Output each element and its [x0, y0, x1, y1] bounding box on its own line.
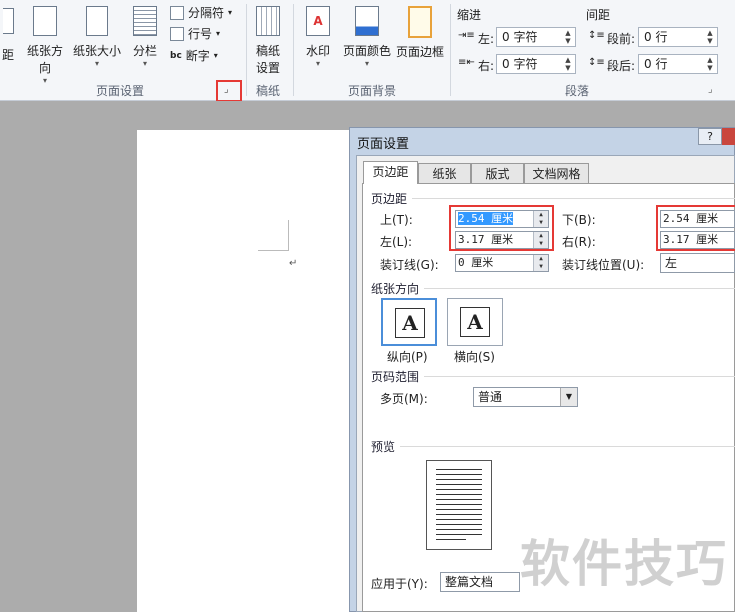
- breaks-button[interactable]: 分隔符 ▾: [170, 4, 232, 21]
- portrait-label[interactable]: 纵向(P): [387, 348, 428, 365]
- gutter-position-label: 装订线位置(U):: [562, 258, 645, 272]
- chevron-down-icon[interactable]: ▼: [560, 388, 577, 406]
- bottom-margin-label: 下(B):: [562, 213, 596, 227]
- indent-right-label: 右:: [478, 59, 495, 73]
- margin-corner-mark: [258, 220, 289, 251]
- preview-section-title: 预览: [371, 440, 396, 454]
- chevron-down-icon: ▾: [315, 59, 320, 68]
- gutter-label: 装订线(G):: [380, 258, 439, 272]
- page-border-icon: [408, 6, 432, 38]
- columns-button[interactable]: 分栏 ▾: [128, 6, 162, 69]
- orientation-button[interactable]: 纸张方向 ▾: [22, 6, 68, 86]
- apply-to-select[interactable]: 整篇文档: [440, 572, 520, 592]
- help-button[interactable]: ?: [698, 128, 722, 145]
- preview-page-icon: [426, 460, 492, 550]
- indent-title: 缩进: [457, 8, 482, 22]
- multiple-pages-label: 多页(M):: [380, 392, 428, 406]
- page-color-button[interactable]: 页面颜色 ▾: [340, 6, 394, 69]
- line-numbers-button[interactable]: 行号 ▾: [170, 25, 220, 42]
- dialog-title: 页面设置: [357, 137, 410, 152]
- paint-bucket-icon: [355, 6, 379, 36]
- spacing-title: 间距: [586, 8, 611, 22]
- tab-doc-grid[interactable]: 文档网格: [524, 163, 589, 183]
- margins-button[interactable]: 距: [0, 8, 16, 63]
- spin-arrows-icon[interactable]: ▲ ▼: [705, 56, 715, 72]
- indent-left-icon: ⇥≡: [458, 30, 475, 41]
- spacing-after-input[interactable]: 0 行 ▲ ▼: [638, 54, 718, 74]
- gutter-position-select[interactable]: 左: [660, 253, 735, 273]
- chevron-down-icon: ▾: [94, 59, 99, 68]
- spacing-after-icon: ↕≡: [588, 57, 605, 68]
- paragraph-launcher-icon[interactable]: ⌟: [708, 84, 713, 95]
- portrait-icon: A: [395, 308, 425, 338]
- document-page[interactable]: [137, 130, 355, 612]
- divider: [293, 4, 294, 96]
- size-button[interactable]: 纸张大小 ▾: [72, 6, 122, 69]
- spin-arrows-icon[interactable]: ▲ ▼: [533, 255, 548, 271]
- page-border-button[interactable]: 页面边框: [394, 6, 446, 60]
- indent-right-input[interactable]: 0 字符 ▲ ▼: [496, 54, 576, 74]
- left-margin-label: 左(L):: [380, 235, 413, 249]
- divider: [412, 198, 735, 199]
- manuscript-button[interactable]: 稿纸 设置: [252, 6, 284, 76]
- chevron-down-icon: ▾: [364, 59, 369, 68]
- spacing-before-label: 段前:: [607, 32, 636, 46]
- paragraph-mark: ↵: [289, 258, 298, 269]
- dialog-launcher-icon[interactable]: ⌟: [224, 84, 229, 95]
- divider: [400, 446, 735, 447]
- page-setup-launcher-highlight: [216, 80, 242, 102]
- watermark-button[interactable]: A 水印 ▾: [302, 6, 334, 69]
- watermark-icon: A: [306, 6, 330, 36]
- paper-size-icon: [86, 6, 108, 36]
- margins-section-title: 页边距: [371, 192, 408, 206]
- portrait-option[interactable]: A: [381, 298, 437, 346]
- breaks-icon: [170, 5, 184, 20]
- indent-left-input[interactable]: 0 字符 ▲ ▼: [496, 27, 576, 47]
- margins-icon: [2, 8, 14, 34]
- top-margin-label: 上(T):: [380, 213, 413, 227]
- spacing-after-label: 段后:: [607, 59, 636, 73]
- orientation-icon: [33, 6, 57, 36]
- divider: [424, 288, 735, 289]
- divider: [450, 4, 451, 96]
- pages-section-title: 页码范围: [371, 370, 420, 384]
- highlight-box-top-left: [449, 205, 554, 251]
- divider: [246, 4, 247, 96]
- gutter-input[interactable]: 0 厘米 ▲ ▼: [455, 254, 549, 272]
- apply-to-label: 应用于(Y):: [371, 577, 428, 591]
- group-label-paragraph: 段落: [564, 84, 589, 98]
- orientation-section-title: 纸张方向: [371, 282, 420, 296]
- divider: [424, 376, 735, 377]
- landscape-icon: A: [460, 307, 490, 337]
- group-label-background: 页面背景: [347, 84, 396, 98]
- group-label-manuscript: 稿纸: [255, 84, 280, 98]
- landscape-option[interactable]: A: [447, 298, 503, 346]
- hyphenation-icon: bc: [170, 50, 182, 61]
- landscape-label[interactable]: 横向(S): [454, 348, 495, 365]
- chevron-down-icon: ▾: [142, 59, 147, 68]
- close-button[interactable]: [722, 128, 735, 145]
- hyphenation-button[interactable]: bc 断字 ▾: [170, 47, 218, 64]
- highlight-box-bottom-right: [656, 205, 735, 251]
- spin-arrows-icon[interactable]: ▲ ▼: [563, 29, 573, 45]
- spacing-before-icon: ↕≡: [588, 30, 605, 41]
- spin-arrows-icon[interactable]: ▲ ▼: [705, 29, 715, 45]
- right-margin-label: 右(R):: [562, 235, 596, 249]
- tab-layout[interactable]: 版式: [471, 163, 524, 183]
- watermark-text: 软件技巧: [520, 535, 728, 593]
- spin-arrows-icon[interactable]: ▲ ▼: [563, 56, 573, 72]
- multiple-pages-select[interactable]: 普通 ▼: [473, 387, 578, 407]
- spacing-before-input[interactable]: 0 行 ▲ ▼: [638, 27, 718, 47]
- tab-margins[interactable]: 页边距: [363, 161, 418, 184]
- line-numbers-icon: [170, 26, 184, 41]
- columns-icon: [133, 6, 157, 36]
- tab-paper[interactable]: 纸张: [418, 163, 471, 183]
- indent-right-icon: ≡⇤: [458, 57, 475, 68]
- indent-left-label: 左:: [478, 32, 495, 46]
- grid-paper-icon: [256, 6, 280, 36]
- group-label-page-setup: 页面设置: [95, 84, 144, 98]
